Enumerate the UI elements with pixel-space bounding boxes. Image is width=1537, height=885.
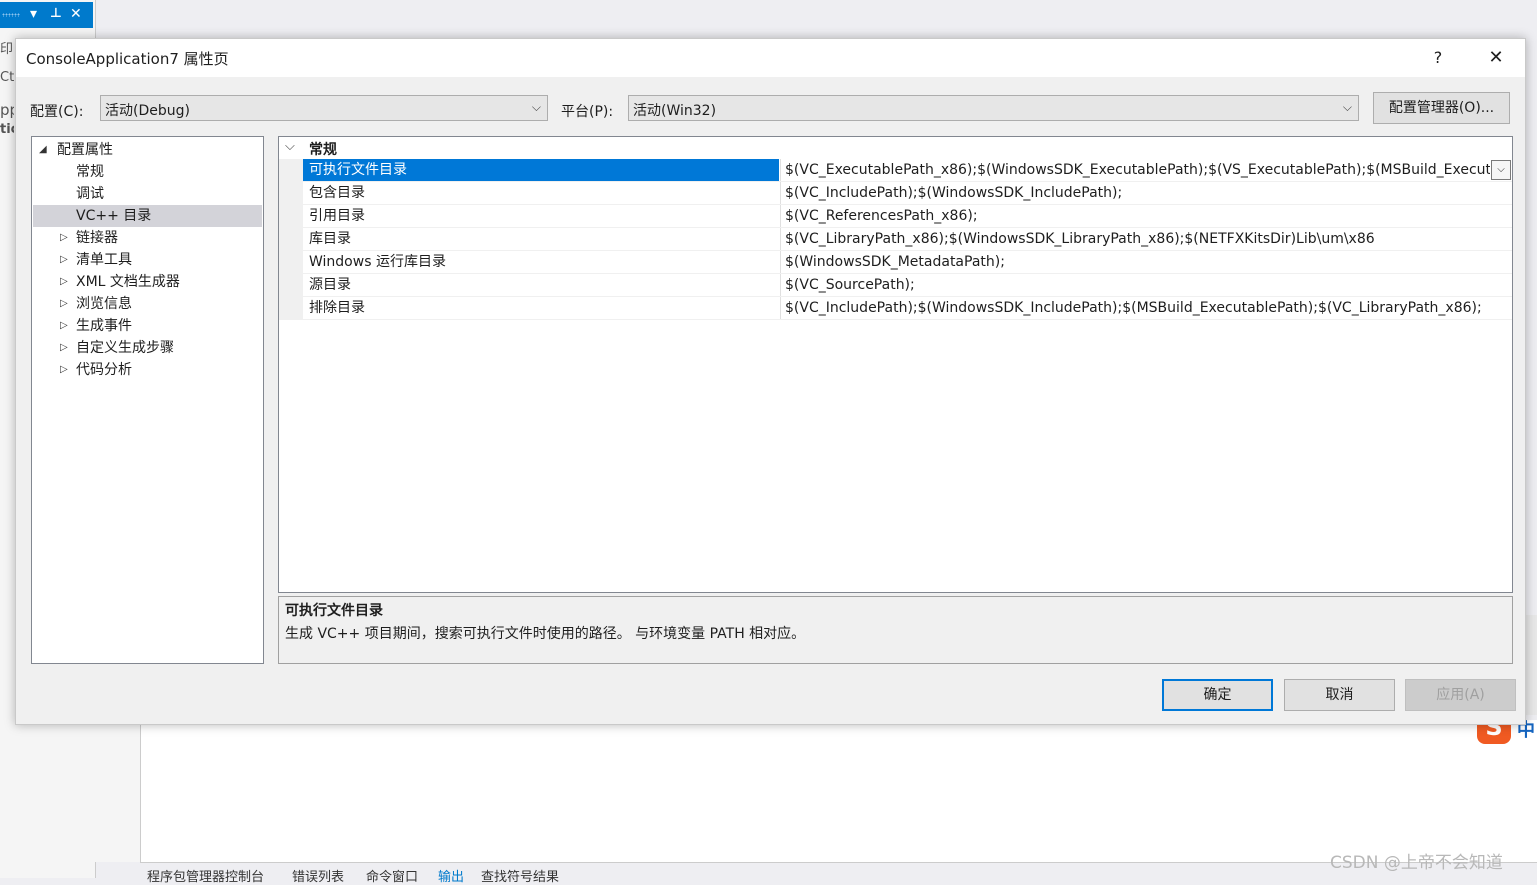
ide-tool-window-tab[interactable]: ▾ ⊥ ✕ xyxy=(0,2,93,28)
config-label: 配置(C): xyxy=(30,104,84,120)
description-title: 可执行文件目录 xyxy=(285,603,383,619)
watermark: CSDN @上帝不会知道 xyxy=(1330,853,1503,873)
ide-side-fragment: pp xyxy=(0,101,14,119)
prop-value[interactable]: $(VC_IncludePath);$(WindowsSDK_IncludePa… xyxy=(780,182,1512,204)
tree-item-label: 浏览信息 xyxy=(76,296,132,312)
config-value: 活动(Debug) xyxy=(105,103,190,119)
tree-root-config-properties[interactable]: ◢ 配置属性 xyxy=(33,139,262,161)
prop-name[interactable]: 包含目录 xyxy=(303,182,779,204)
property-grid: ⌵ 常规 可执行文件目录 $(VC_ExecutablePath_x86);$(… xyxy=(278,136,1513,593)
prop-name[interactable]: Windows 运行库目录 xyxy=(303,251,779,273)
chevron-down-icon: ⌵ xyxy=(1342,100,1352,114)
help-button[interactable]: ? xyxy=(1423,45,1453,71)
chevron-down-icon[interactable]: ⌵ xyxy=(285,139,295,154)
config-select[interactable]: 活动(Debug) ⌵ xyxy=(100,95,548,121)
expanded-triangle-icon[interactable]: ◢ xyxy=(39,139,47,161)
tree-item-label: 配置属性 xyxy=(57,142,113,158)
prop-value[interactable]: $(WindowsSDK_MetadataPath); xyxy=(780,251,1512,273)
tab-output[interactable]: 输出 xyxy=(438,866,464,885)
collapsed-triangle-icon[interactable]: ▷ xyxy=(60,359,68,381)
platform-label: 平台(P): xyxy=(561,104,614,120)
prop-row-winrt-dirs[interactable]: Windows 运行库目录 $(WindowsSDK_MetadataPath)… xyxy=(303,251,1512,274)
tree-item-general[interactable]: 常规 xyxy=(33,161,262,183)
collapsed-triangle-icon[interactable]: ▷ xyxy=(60,227,68,249)
config-tree: ◢ 配置属性 常规 调试 VC++ 目录 ▷ 链接器 ▷ 清单工具 ▷ XML … xyxy=(31,136,264,664)
apply-button[interactable]: 应用(A) xyxy=(1405,679,1516,711)
tree-item-label: 清单工具 xyxy=(76,252,132,268)
ok-button[interactable]: 确定 xyxy=(1162,679,1273,711)
tree-item-label: 链接器 xyxy=(76,230,118,246)
ide-side-fragment: Ct xyxy=(0,70,14,85)
close-button[interactable]: ✕ xyxy=(1478,45,1514,71)
tree-item-custom-build-step[interactable]: ▷ 自定义生成步骤 xyxy=(33,337,262,359)
prop-row-library-dirs[interactable]: 库目录 $(VC_LibraryPath_x86);$(WindowsSDK_L… xyxy=(303,228,1512,251)
tree-item-manifest-tool[interactable]: ▷ 清单工具 xyxy=(33,249,262,271)
prop-value[interactable]: $(VC_ExecutablePath_x86);$(WindowsSDK_Ex… xyxy=(780,159,1490,181)
description-panel: 可执行文件目录 生成 VC++ 项目期间，搜索可执行文件时使用的路径。 与环境变… xyxy=(278,596,1513,664)
prop-row-exclude-dirs[interactable]: 排除目录 $(VC_IncludePath);$(WindowsSDK_Incl… xyxy=(303,297,1512,320)
tab-package-manager-console[interactable]: 程序包管理器控制台 xyxy=(147,866,264,885)
tree-item-label: 调试 xyxy=(76,186,104,202)
collapsed-triangle-icon[interactable]: ▷ xyxy=(60,271,68,293)
tree-item-vc-directories[interactable]: VC++ 目录 xyxy=(33,205,262,227)
tree-item-label: VC++ 目录 xyxy=(76,208,152,224)
tree-item-label: 代码分析 xyxy=(76,362,132,378)
tree-item-label: XML 文档生成器 xyxy=(76,274,180,290)
ide-side-fragment: tic xyxy=(0,122,14,137)
tree-item-linker[interactable]: ▷ 链接器 xyxy=(33,227,262,249)
tree-item-debugging[interactable]: 调试 xyxy=(33,183,262,205)
prop-name[interactable]: 源目录 xyxy=(303,274,779,296)
prop-row-reference-dirs[interactable]: 引用目录 $(VC_ReferencesPath_x86); xyxy=(303,205,1512,228)
tree-item-browse-info[interactable]: ▷ 浏览信息 xyxy=(33,293,262,315)
tree-item-build-events[interactable]: ▷ 生成事件 xyxy=(33,315,262,337)
tree-item-label: 常规 xyxy=(76,164,104,180)
value-dropdown-button[interactable]: ⌵ xyxy=(1491,160,1511,180)
dropdown-arrow-icon[interactable]: ▾ xyxy=(30,5,37,23)
drag-grip-icon[interactable] xyxy=(2,13,20,17)
prop-name[interactable]: 库目录 xyxy=(303,228,779,250)
dialog-titlebar[interactable]: ConsoleApplication7 属性页 ? ✕ xyxy=(16,39,1525,77)
dialog-title: ConsoleApplication7 属性页 xyxy=(26,50,229,68)
prop-row-executable-dirs[interactable]: 可执行文件目录 $(VC_ExecutablePath_x86);$(Windo… xyxy=(303,159,1512,182)
prop-row-source-dirs[interactable]: 源目录 $(VC_SourcePath); xyxy=(303,274,1512,297)
category-label: 常规 xyxy=(309,142,337,158)
category-general[interactable]: ⌵ 常规 xyxy=(279,137,1512,159)
tab-error-list[interactable]: 错误列表 xyxy=(292,866,344,885)
chevron-down-icon: ⌵ xyxy=(531,100,541,114)
prop-value[interactable]: $(VC_LibraryPath_x86);$(WindowsSDK_Libra… xyxy=(780,228,1512,250)
ide-bottom-tabs: 程序包管理器控制台 错误列表 命令窗口 输出 查找符号结果 xyxy=(140,862,1537,885)
ide-editor-surface[interactable] xyxy=(140,720,1537,862)
grid-gutter xyxy=(279,159,303,320)
collapsed-triangle-icon[interactable]: ▷ xyxy=(60,293,68,315)
tree-item-label: 自定义生成步骤 xyxy=(76,340,174,356)
prop-name[interactable]: 可执行文件目录 xyxy=(303,159,779,181)
tab-find-symbol-results[interactable]: 查找符号结果 xyxy=(481,866,559,885)
pin-icon[interactable]: ⊥ xyxy=(50,5,62,23)
prop-value[interactable]: $(VC_ReferencesPath_x86); xyxy=(780,205,1512,227)
prop-value[interactable]: $(VC_IncludePath);$(WindowsSDK_IncludePa… xyxy=(780,297,1512,319)
collapsed-triangle-icon[interactable]: ▷ xyxy=(60,315,68,337)
tree-item-xml-doc-generator[interactable]: ▷ XML 文档生成器 xyxy=(33,271,262,293)
close-icon[interactable]: ✕ xyxy=(70,5,82,23)
platform-select[interactable]: 活动(Win32) ⌵ xyxy=(628,95,1359,121)
collapsed-triangle-icon[interactable]: ▷ xyxy=(60,249,68,271)
tree-item-code-analysis[interactable]: ▷ 代码分析 xyxy=(33,359,262,381)
description-text: 生成 VC++ 项目期间，搜索可执行文件时使用的路径。 与环境变量 PATH 相… xyxy=(285,626,806,642)
tab-command-window[interactable]: 命令窗口 xyxy=(366,866,418,885)
prop-name[interactable]: 排除目录 xyxy=(303,297,779,319)
prop-value[interactable]: $(VC_SourcePath); xyxy=(780,274,1512,296)
prop-name[interactable]: 引用目录 xyxy=(303,205,779,227)
property-pages-dialog: ConsoleApplication7 属性页 ? ✕ 配置(C): 活动(De… xyxy=(15,38,1526,725)
cancel-button[interactable]: 取消 xyxy=(1284,679,1395,711)
ide-side-fragment: 印 xyxy=(0,42,14,57)
collapsed-triangle-icon[interactable]: ▷ xyxy=(60,337,68,359)
tree-item-label: 生成事件 xyxy=(76,318,132,334)
prop-row-include-dirs[interactable]: 包含目录 $(VC_IncludePath);$(WindowsSDK_Incl… xyxy=(303,182,1512,205)
platform-value: 活动(Win32) xyxy=(633,103,717,119)
config-manager-button[interactable]: 配置管理器(O)... xyxy=(1373,92,1510,124)
